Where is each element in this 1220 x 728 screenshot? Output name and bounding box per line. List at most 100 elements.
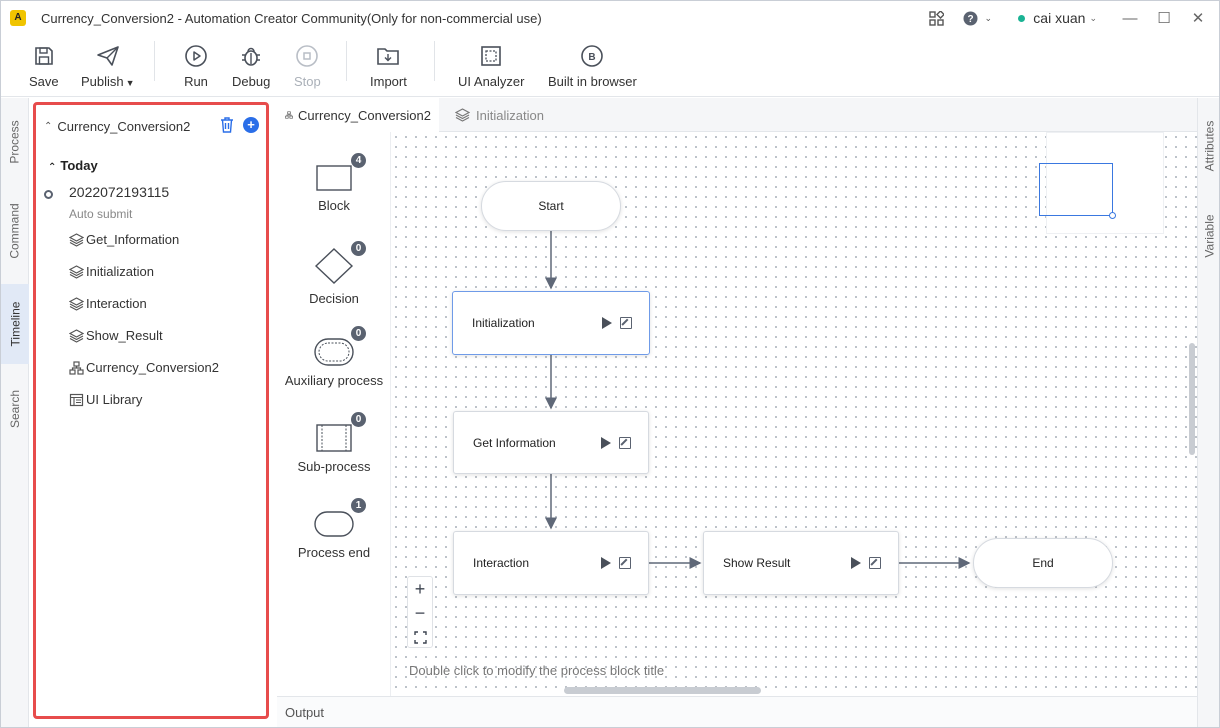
horizontal-scrollbar[interactable]: [564, 687, 761, 694]
tab-attributes[interactable]: Attributes: [1198, 106, 1219, 186]
flow-icon: [285, 111, 293, 119]
snapshot-file-item[interactable]: Show_Result: [69, 328, 163, 343]
edit-icon[interactable]: [619, 557, 631, 569]
palette-auxiliary-process[interactable]: Auxiliary process 0: [277, 326, 391, 388]
tab-timeline[interactable]: Timeline: [1, 284, 29, 364]
user-menu[interactable]: cai xuan ⌄: [1018, 10, 1097, 26]
flow-interaction-block[interactable]: Interaction: [453, 531, 649, 595]
debug-label: Debug: [232, 74, 271, 89]
palette-decision[interactable]: Decision 0: [277, 241, 391, 306]
chevron-down-icon: ⌄: [1089, 12, 1097, 23]
snapshot-file-item[interactable]: Currency_Conversion2: [69, 360, 219, 375]
layers-icon: [69, 328, 84, 343]
toolbar-divider: [346, 41, 347, 81]
toolbar-divider: [154, 41, 155, 81]
built-in-browser-button[interactable]: B Built in browser: [548, 41, 637, 89]
save-label: Save: [29, 74, 59, 89]
user-name: cai xuan: [1033, 10, 1086, 26]
run-block-icon[interactable]: [601, 436, 611, 449]
trash-icon[interactable]: [220, 117, 234, 133]
tab-search[interactable]: Search: [1, 372, 29, 446]
run-button[interactable]: Run: [184, 41, 208, 89]
ui-analyzer-button[interactable]: UI Analyzer: [458, 41, 524, 89]
bug-icon: [242, 47, 261, 66]
project-header[interactable]: ⌃ Currency_Conversion2: [44, 119, 190, 134]
ui-analyzer-icon: [481, 46, 502, 66]
flow-end-node[interactable]: End: [973, 538, 1113, 588]
palette-block[interactable]: Block 4: [277, 153, 391, 213]
minimap-viewport[interactable]: [1039, 163, 1116, 219]
block-shape-icon: [316, 165, 352, 191]
close-button[interactable]: ✕: [1183, 9, 1213, 27]
component-palette: Block 4 Decision 0 Auxiliary process 0 S…: [277, 132, 391, 696]
output-panel[interactable]: Output: [277, 696, 1197, 727]
add-icon[interactable]: +: [243, 117, 259, 133]
chevron-up-icon: ⌃: [44, 121, 53, 132]
fit-view-button[interactable]: [408, 625, 432, 649]
zoom-in-button[interactable]: +: [408, 577, 432, 601]
maximize-button[interactable]: ☐: [1149, 9, 1179, 27]
run-label: Run: [184, 74, 208, 89]
browser-icon: B: [581, 45, 604, 67]
snapshot-id[interactable]: 2022072193115: [69, 184, 169, 200]
minimize-button[interactable]: —: [1115, 10, 1145, 27]
count-badge: 4: [351, 153, 366, 168]
run-block-icon[interactable]: [601, 557, 611, 569]
zoom-out-button[interactable]: −: [408, 601, 432, 625]
timeline-node-icon: [44, 190, 53, 199]
run-block-icon[interactable]: [851, 557, 861, 569]
chevron-up-icon: ⌃: [48, 162, 57, 173]
tab-initialization[interactable]: Initialization: [447, 98, 552, 132]
vertical-scrollbar[interactable]: [1189, 343, 1195, 455]
flow-get-information-block[interactable]: Get Information: [453, 411, 649, 474]
snapshot-file-item[interactable]: Interaction: [69, 296, 147, 311]
help-icon[interactable]: ?: [962, 10, 978, 26]
zoom-controls: + −: [407, 576, 433, 648]
flow-initialization-block[interactable]: Initialization: [452, 291, 650, 355]
toolbar-divider: [434, 41, 435, 81]
save-button[interactable]: Save: [29, 41, 59, 89]
snapshot-note: Auto submit: [69, 207, 133, 221]
import-button[interactable]: Import: [370, 41, 407, 89]
publish-label: Publish: [81, 74, 124, 89]
tab-command[interactable]: Command: [1, 190, 29, 272]
right-side-tabs: Attributes Variable: [1197, 98, 1219, 727]
stop-button[interactable]: Stop: [294, 41, 321, 89]
debug-button[interactable]: Debug: [232, 41, 270, 89]
save-icon: [35, 47, 53, 65]
svg-text:?: ?: [967, 14, 973, 25]
editor-tabs: Currency_Conversion2 Initialization: [277, 98, 1197, 132]
flow-canvas[interactable]: Start Initialization Get Information Int…: [391, 132, 1197, 696]
snapshot-file-item[interactable]: Initialization: [69, 264, 154, 279]
palette-sub-process[interactable]: Sub-process 0: [277, 412, 391, 474]
group-today[interactable]: ⌃ Today: [48, 158, 98, 173]
layers-icon: [69, 232, 84, 247]
edit-icon[interactable]: [619, 436, 631, 449]
minimap[interactable]: [1039, 132, 1164, 234]
snapshot-file-item[interactable]: Get_Information: [69, 232, 179, 247]
tab-process[interactable]: Process: [1, 104, 29, 180]
apps-grid-icon[interactable]: [928, 10, 944, 26]
svg-text:B: B: [589, 52, 596, 63]
snapshot-file-item[interactable]: UI Library: [69, 392, 142, 407]
minimap-resize-handle[interactable]: [1109, 212, 1116, 219]
layers-icon: [455, 108, 470, 122]
publish-button[interactable]: Publish ▼: [81, 41, 135, 89]
flow-start-node[interactable]: Start: [481, 181, 621, 231]
window-title: Currency_Conversion2 - Automation Creato…: [41, 11, 542, 26]
ui-analyzer-label: UI Analyzer: [458, 74, 525, 89]
online-status-icon: [1018, 14, 1026, 22]
edit-icon[interactable]: [620, 317, 632, 329]
run-block-icon[interactable]: [602, 317, 612, 329]
title-bar-controls: ? ⌄ cai xuan ⌄ — ☐ ✕: [920, 1, 1219, 35]
palette-process-end[interactable]: Process end 1: [277, 498, 391, 560]
process-end-shape-icon: [314, 511, 354, 537]
app-window: A Currency_Conversion2 - Automation Crea…: [0, 0, 1220, 728]
decision-shape-icon: [314, 248, 354, 284]
tab-variable[interactable]: Variable: [1198, 204, 1219, 268]
tab-currency-conversion2[interactable]: Currency_Conversion2: [277, 98, 439, 132]
chevron-down-icon[interactable]: ⌄: [980, 10, 996, 26]
edit-icon[interactable]: [869, 557, 881, 569]
flow-icon: [69, 360, 84, 375]
flow-show-result-block[interactable]: Show Result: [703, 531, 899, 595]
